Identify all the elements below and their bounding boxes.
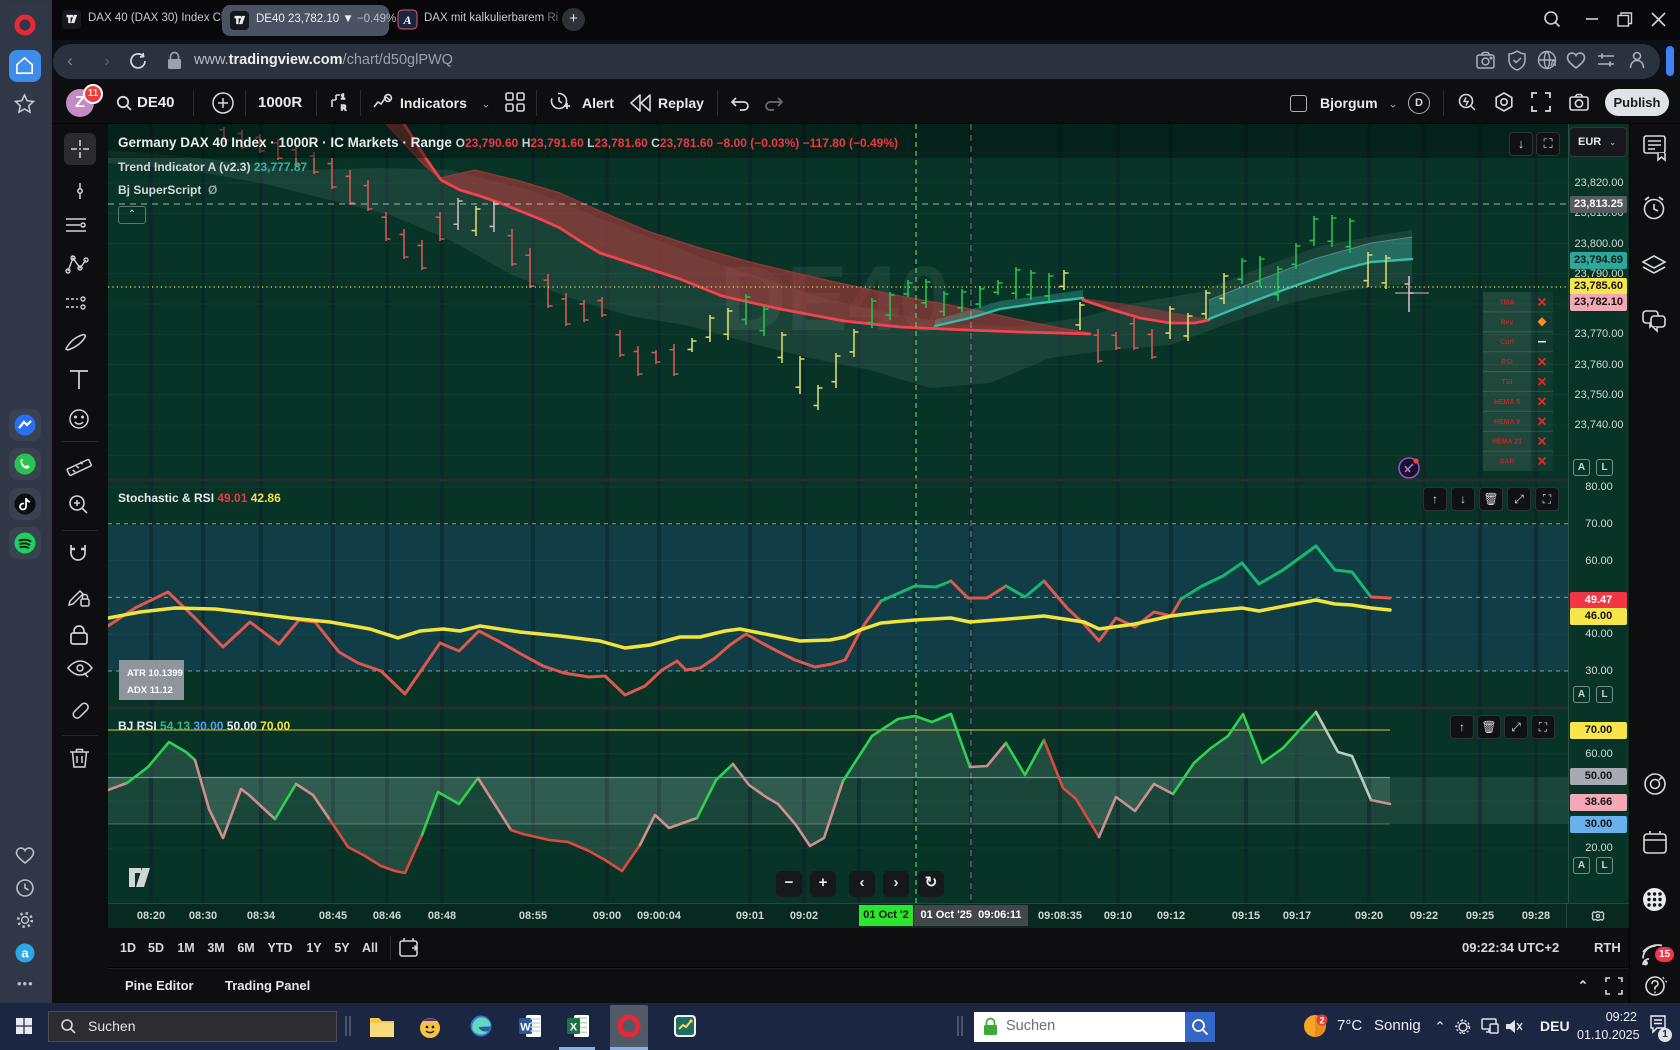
svg-text:X: X [570, 1022, 578, 1034]
svg-text:W: W [520, 1022, 531, 1034]
svg-text:1: 1 [341, 94, 345, 101]
svg-text:A: A [402, 13, 411, 27]
svg-text:R: R [341, 105, 346, 112]
svg-text:A: A [1550, 58, 1557, 68]
svg-text:2: 2 [1319, 1016, 1324, 1026]
svg-text:a: a [21, 946, 29, 961]
